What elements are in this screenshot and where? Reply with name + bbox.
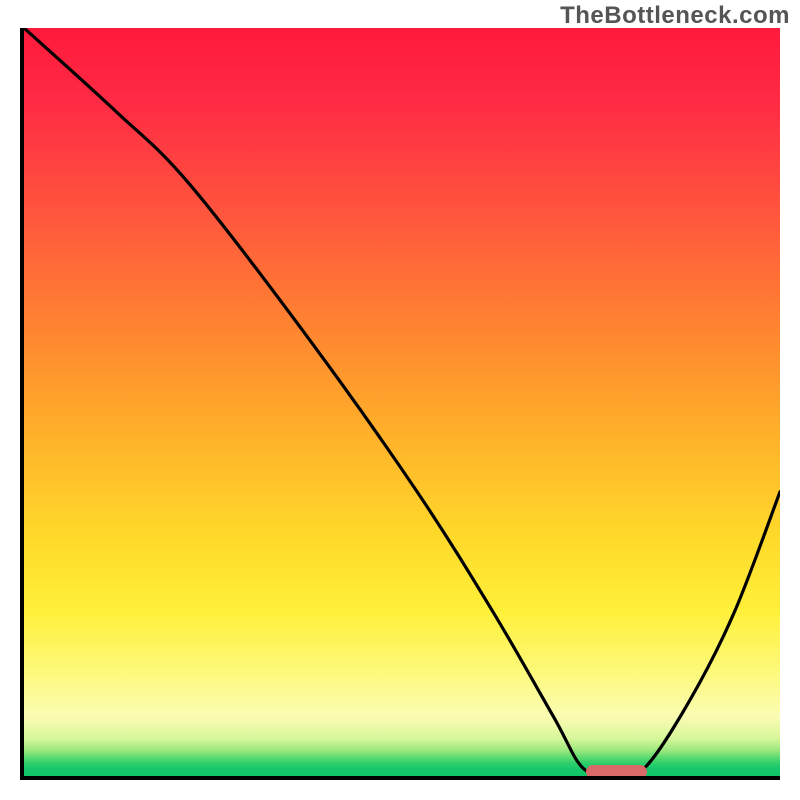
bottleneck-chart: TheBottleneck.com [0,0,800,800]
optimal-range-marker [586,765,647,779]
curve-svg [24,28,780,776]
plot-area [20,28,780,780]
watermark-text: TheBottleneck.com [560,2,790,30]
bottleneck-curve [24,28,780,775]
